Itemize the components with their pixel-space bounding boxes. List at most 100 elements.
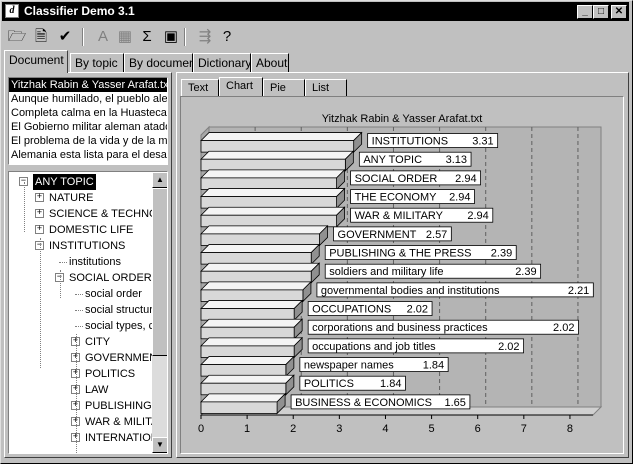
bar-top	[200, 225, 329, 235]
tab-by-topic[interactable]: By topic	[70, 53, 124, 73]
tree-node[interactable]: social types, classes	[85, 318, 153, 334]
bar-top	[200, 300, 304, 309]
tree-node[interactable]: ANY TOPIC	[33, 174, 96, 190]
expand-icon[interactable]: +	[35, 193, 44, 202]
document-list-item[interactable]: Aunque humillado, el pueblo alemán	[9, 92, 167, 106]
x-tick-label: 1	[244, 423, 250, 435]
bar	[200, 177, 337, 190]
document-icon[interactable]: ▦	[114, 26, 136, 48]
tree-node[interactable]: SCIENCE & TECHNOLOGY	[49, 206, 153, 222]
category-label: INSTITUTIONS	[372, 136, 448, 148]
toolbar-separator	[82, 28, 84, 46]
category-label: governmental bodies and institutions	[321, 285, 500, 297]
data-label: 2.21	[568, 285, 589, 297]
bar	[200, 252, 312, 265]
film-icon[interactable]: ▣	[160, 26, 182, 48]
tree-node[interactable]: LAW	[85, 382, 108, 398]
category-label: OCCUPATIONS	[312, 304, 391, 316]
sigma-icon[interactable]: Σ	[136, 26, 158, 48]
compare-icon[interactable]: ⇶	[194, 26, 216, 48]
tree-node[interactable]: NATURE	[49, 190, 93, 206]
category-label: BUSINESS & ECONOMICS	[295, 397, 432, 409]
checkmark-icon[interactable]: ✔	[54, 26, 76, 48]
data-label: 2.39	[491, 248, 512, 260]
data-label: 2.39	[515, 266, 536, 278]
tab-list[interactable]: List	[305, 79, 347, 96]
bar-top	[200, 318, 304, 328]
x-tick-label: 2	[290, 423, 296, 435]
bar	[200, 270, 312, 284]
tree-node[interactable]: SOCIAL ORDER	[69, 270, 152, 286]
tree-node[interactable]: INTERNATIONAL	[85, 430, 153, 446]
data-label: 2.94	[449, 192, 470, 204]
topic-tree[interactable]: −ANY TOPIC+NATURE+SCIENCE & TECHNOLOGY+D…	[8, 171, 168, 454]
x-tick-label: 6	[475, 423, 481, 435]
tab-pie[interactable]: Pie	[263, 79, 305, 96]
document-list-item[interactable]: Alemania esta lista para el desarme	[9, 148, 167, 162]
maximize-button[interactable]: □	[593, 5, 609, 19]
document-list-item[interactable]: Yitzhak Rabin & Yasser Arafat.txt	[9, 78, 167, 92]
tree-node[interactable]: PUBLISHING	[85, 398, 152, 414]
help-icon[interactable]: ?	[216, 26, 238, 48]
bar	[200, 214, 337, 228]
document-list[interactable]: Yitzhak Rabin & Yasser Arafat.txt Aunque …	[8, 77, 168, 165]
document-list-item[interactable]: El problema de la vida y de la muerte	[9, 134, 167, 148]
tree-node[interactable]: WAR & MILITARY	[85, 414, 153, 430]
category-label: newspaper names	[304, 360, 394, 372]
bar-top	[200, 150, 355, 160]
chart-area: Yitzhak Rabin & Yasser Arafat.txt 0 1 2 3 4 5 6…	[180, 96, 624, 454]
app-icon: d	[5, 4, 19, 18]
bar	[200, 345, 295, 358]
expand-icon[interactable]: +	[35, 209, 44, 218]
tree-node[interactable]: INSTITUTIONS	[49, 238, 125, 254]
chart-title: Yitzhak Rabin & Yasser Arafat.txt	[322, 113, 483, 125]
tree-node[interactable]: institutions	[69, 254, 121, 270]
bar	[200, 289, 304, 302]
data-label: 2.94	[467, 210, 488, 222]
tree-node[interactable]: social structure	[85, 302, 153, 318]
document-list-item[interactable]: El Gobierno militar aleman atado de	[9, 120, 167, 134]
x-tick-label: 0	[198, 423, 204, 435]
tree-node[interactable]: CITY	[85, 334, 110, 350]
scroll-thumb[interactable]	[152, 188, 167, 356]
tree-node[interactable]: GOVERNMENT	[85, 350, 153, 366]
close-button[interactable]: ✕	[611, 5, 627, 19]
tab-about[interactable]: About	[251, 53, 289, 73]
tab-text[interactable]: Text	[181, 79, 219, 96]
category-label: GOVERNMENT	[338, 229, 417, 241]
bar-top	[200, 281, 312, 291]
title-bar[interactable]: d Classifier Demo 3.1 _ □ ✕	[2, 2, 629, 21]
bar	[200, 140, 355, 153]
data-label: 2.02	[553, 322, 574, 334]
bar-top	[200, 244, 321, 253]
tab-chart[interactable]: Chart	[219, 77, 263, 96]
scroll-down-button[interactable]: ▼	[152, 437, 167, 453]
bar-top	[200, 374, 295, 384]
toolbar: 🗁 🗎 ✔ A ▦ Σ ▣ ⇶?	[4, 24, 629, 50]
bar-top	[200, 356, 295, 365]
minimize-button[interactable]: _	[577, 5, 593, 19]
tree-node[interactable]: POLITICS	[85, 366, 135, 382]
tree-node[interactable]: DOMESTIC LIFE	[49, 222, 133, 238]
new-document-icon[interactable]: 🗎	[30, 26, 52, 48]
tree-node[interactable]: social order	[85, 286, 142, 302]
data-label: 1.65	[444, 397, 465, 409]
data-label: 1.84	[423, 360, 444, 372]
data-label: 3.13	[446, 154, 467, 166]
tab-by-document[interactable]: By document	[124, 53, 199, 73]
tab-document[interactable]: Document	[4, 50, 68, 73]
tab-dictionary[interactable]: Dictionary	[193, 53, 251, 73]
scroll-up-button[interactable]: ▲	[152, 172, 167, 188]
category-label: soldiers and military life	[329, 266, 443, 278]
font-icon[interactable]: A	[92, 26, 114, 48]
category-label: PUBLISHING & THE PRESS	[329, 248, 471, 260]
expand-icon[interactable]: +	[35, 225, 44, 234]
bar	[200, 308, 295, 321]
bar	[200, 364, 287, 377]
bar-chart: Yitzhak Rabin & Yasser Arafat.txt 0 1 2 3 4 5 6…	[198, 113, 603, 435]
bar	[200, 326, 295, 340]
document-list-item[interactable]: Completa calma en la Huasteca de	[9, 106, 167, 120]
window-title: Classifier Demo 3.1	[24, 4, 135, 18]
bar	[200, 401, 278, 414]
open-folder-icon[interactable]: 🗁	[6, 26, 28, 48]
